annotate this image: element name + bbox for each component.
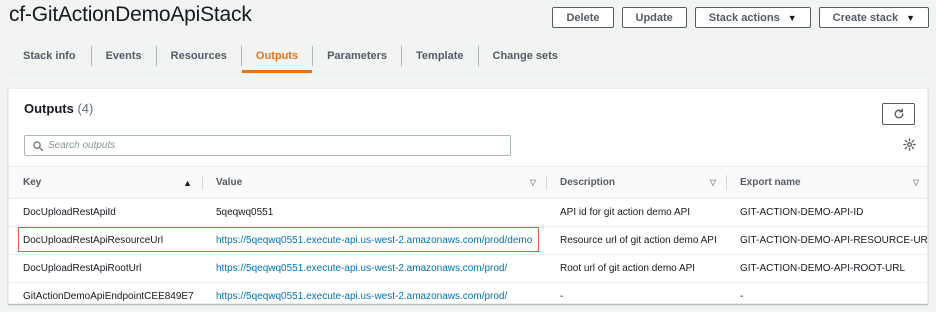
- column-header-label: Export name: [740, 177, 801, 188]
- tab-parameters[interactable]: Parameters: [313, 38, 401, 73]
- column-header-export-name[interactable]: Export name ▽: [726, 166, 927, 199]
- output-export-name: GIT-ACTION-DEMO-API-ROOT-URL: [726, 254, 927, 283]
- table-row: DocUploadRestApiResourceUrl https://5qeq…: [9, 226, 927, 255]
- column-header-description[interactable]: Description ▽: [546, 166, 726, 199]
- outputs-title: Outputs: [24, 101, 74, 116]
- table-row: DocUploadRestApiId 5qeqwq0551 API id for…: [9, 198, 927, 227]
- tab-label: Parameters: [327, 49, 388, 62]
- delete-button-label: Delete: [566, 11, 600, 24]
- column-header-key[interactable]: Key ▲: [9, 166, 202, 199]
- output-description: Root url of git action demo API: [546, 254, 726, 283]
- header-actions: Delete Update Stack actions ▼ Create stac…: [552, 7, 929, 28]
- delete-button[interactable]: Delete: [552, 7, 614, 28]
- sort-icon: ▽: [529, 178, 536, 187]
- column-header-label: Value: [216, 177, 243, 188]
- output-value-link[interactable]: https://5qeqwq0551.execute-api.us-west-2…: [216, 263, 507, 274]
- gear-icon: [903, 138, 916, 151]
- table-row: GitActionDemoApiEndpointCEE849E7 https:/…: [9, 283, 927, 304]
- output-key: DocUploadRestApiId: [9, 198, 202, 227]
- sort-ascending-icon: ▲: [183, 177, 192, 188]
- outputs-count: (4): [77, 101, 94, 116]
- tab-template[interactable]: Template: [402, 38, 477, 73]
- search-input[interactable]: [48, 140, 488, 151]
- output-value-cell: https://5qeqwq0551.execute-api.us-west-2…: [202, 226, 546, 255]
- stack-actions-label: Stack actions: [708, 11, 780, 24]
- preferences-button[interactable]: [903, 138, 917, 152]
- tab-underline-divider: [9, 73, 927, 74]
- output-value-cell: https://5qeqwq0551.execute-api.us-west-2…: [202, 254, 546, 283]
- column-header-label: Description: [560, 177, 616, 188]
- tab-label: Resources: [170, 49, 227, 62]
- search-box: [24, 135, 511, 156]
- output-description: Resource url of git action demo API: [546, 226, 726, 255]
- output-key: DocUploadRestApiRootUrl: [9, 254, 202, 283]
- tab-label: Stack info: [23, 49, 76, 62]
- caret-down-icon: ▼: [906, 12, 915, 23]
- output-description: API id for git action demo API: [546, 198, 726, 227]
- caret-down-icon: ▼: [787, 12, 797, 23]
- output-export-name: -: [740, 291, 744, 303]
- sort-icon: ▽: [709, 178, 716, 187]
- outputs-panel: Outputs (4) Key ▲: [8, 88, 928, 304]
- output-export-name: GIT-ACTION-DEMO-API-ID: [726, 198, 927, 227]
- page-title: cf-GitActionDemoApiStack: [9, 3, 252, 26]
- outputs-table: Key ▲ Value ▽ Description ▽ Export name ▽ Do…: [9, 166, 927, 304]
- sort-icon: ▽: [912, 178, 919, 187]
- search-icon: [33, 140, 43, 151]
- output-value-link[interactable]: https://5qeqwq0551.execute-api.us-west-2…: [216, 235, 532, 246]
- tab-change-sets[interactable]: Change sets: [479, 38, 572, 73]
- tab-bar: Stack info Events Resources Outputs Para…: [9, 38, 927, 73]
- output-description: -: [560, 291, 564, 303]
- output-value-link[interactable]: https://5qeqwq0551.execute-api.us-west-2…: [216, 291, 507, 302]
- tab-resources[interactable]: Resources: [157, 38, 241, 73]
- stack-actions-button[interactable]: Stack actions ▼: [694, 7, 811, 28]
- update-button[interactable]: Update: [621, 7, 687, 28]
- outputs-heading: Outputs (4): [24, 101, 93, 116]
- tab-label: Events: [105, 49, 142, 62]
- refresh-button[interactable]: [882, 103, 915, 125]
- tab-stack-info[interactable]: Stack info: [9, 38, 91, 73]
- update-button-label: Update: [635, 11, 673, 24]
- tab-label: Template: [416, 49, 464, 62]
- output-value-cell: https://5qeqwq0551.execute-api.us-west-2…: [202, 283, 546, 304]
- column-header-value[interactable]: Value ▽: [202, 166, 546, 199]
- tab-label: Outputs: [255, 49, 299, 62]
- output-value: 5qeqwq0551: [202, 198, 546, 227]
- column-header-label: Key: [23, 177, 42, 188]
- create-stack-label: Create stack: [832, 11, 899, 24]
- tab-outputs[interactable]: Outputs: [241, 38, 313, 73]
- create-stack-button[interactable]: Create stack ▼: [818, 7, 929, 28]
- output-key: DocUploadRestApiResourceUrl: [9, 226, 202, 255]
- tab-events[interactable]: Events: [92, 38, 156, 73]
- refresh-icon: [894, 108, 903, 119]
- output-export-name: GIT-ACTION-DEMO-API-RESOURCE-URL: [726, 226, 927, 255]
- output-key: GitActionDemoApiEndpointCEE849E7: [23, 291, 194, 303]
- table-header-row: Key ▲ Value ▽ Description ▽ Export name ▽: [9, 166, 927, 199]
- tab-label: Change sets: [492, 49, 558, 62]
- table-row: DocUploadRestApiRootUrl https://5qeqwq05…: [9, 254, 927, 283]
